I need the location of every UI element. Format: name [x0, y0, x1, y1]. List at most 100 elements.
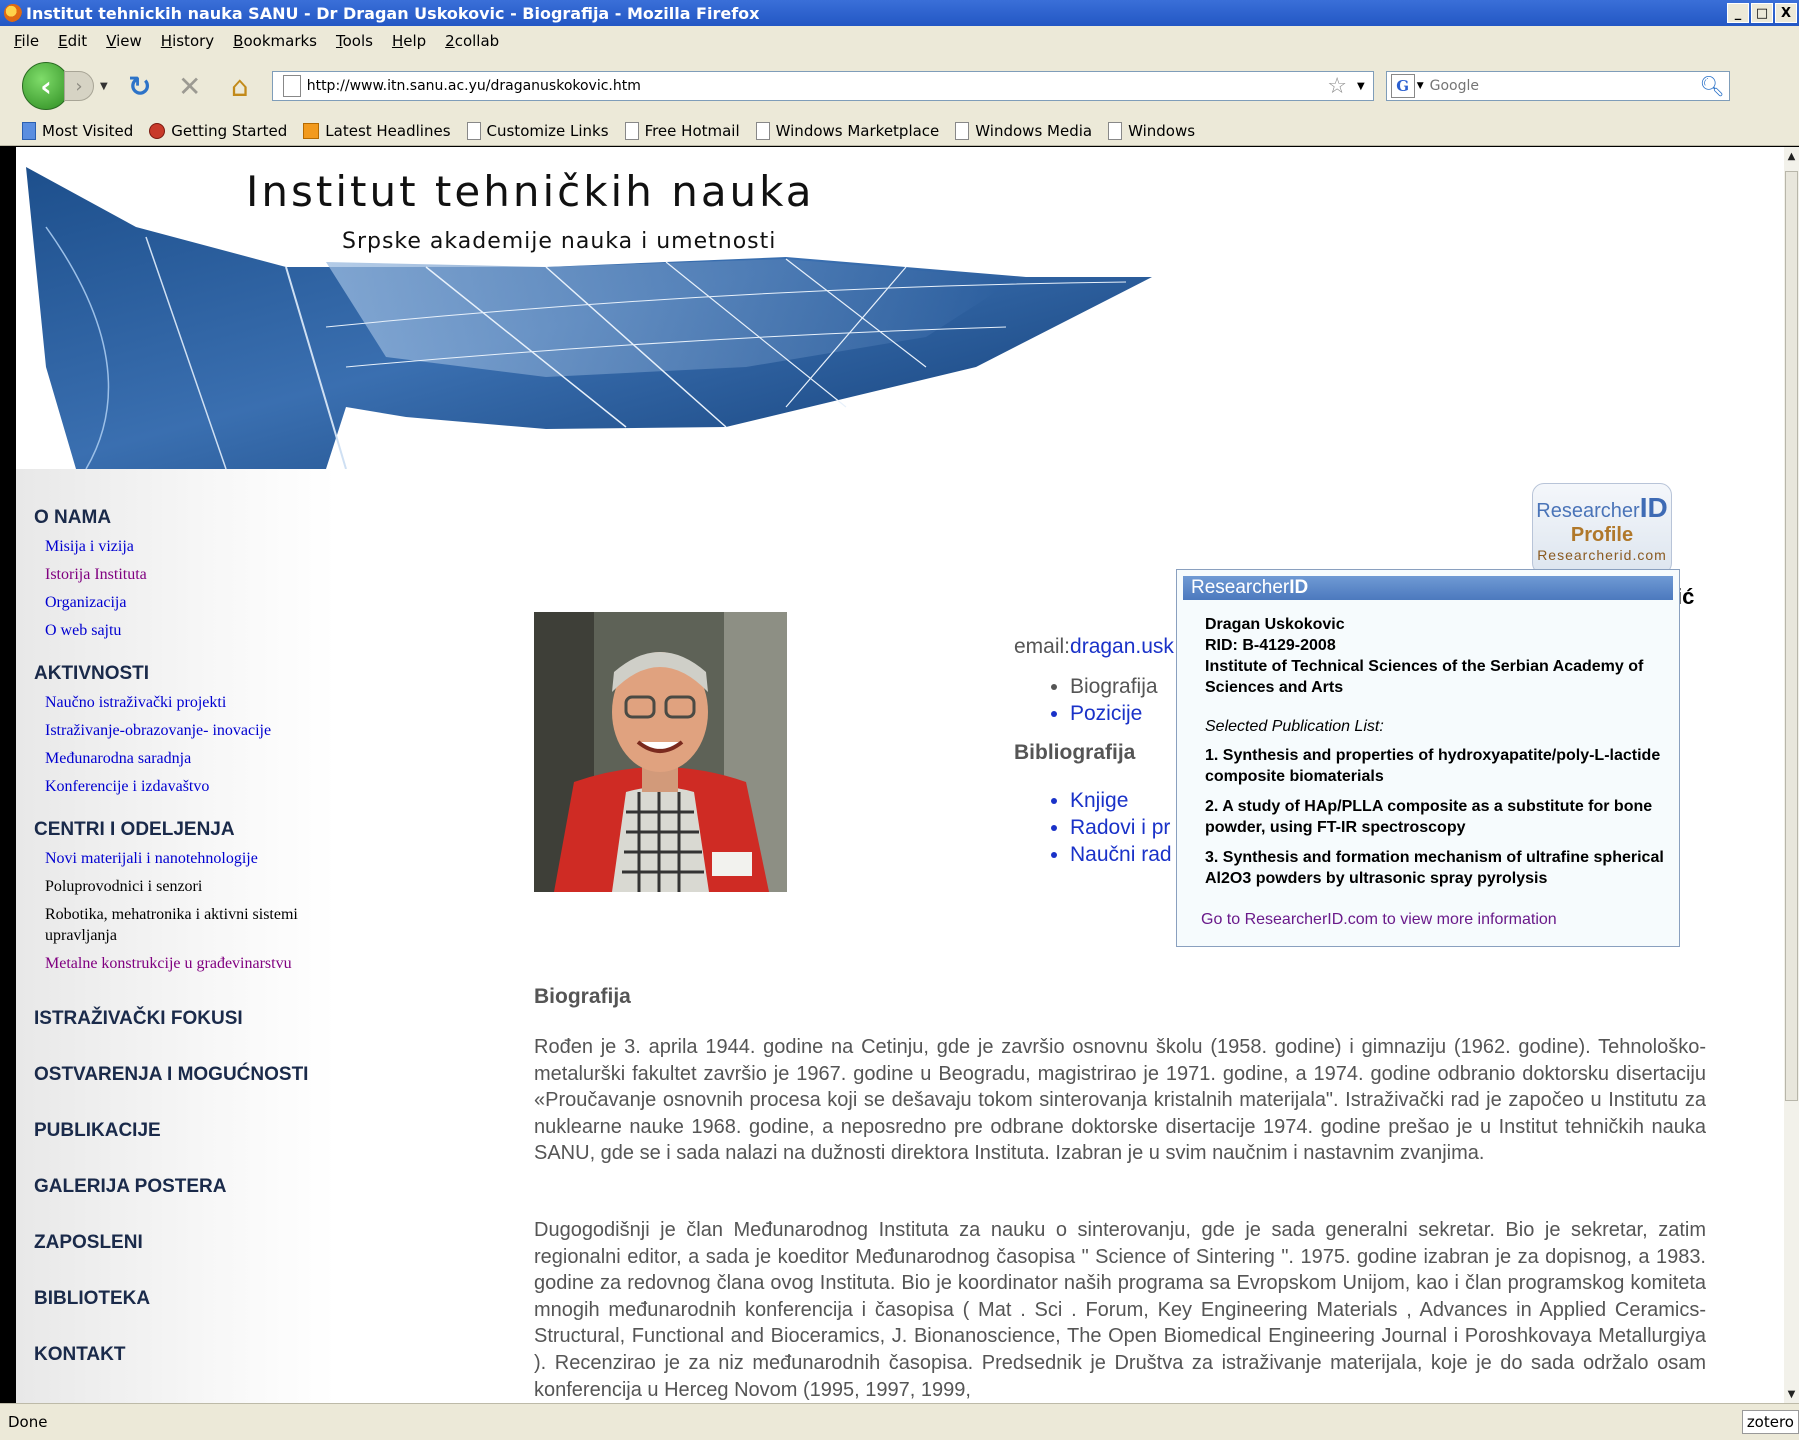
contact-panel: email:dragan.usk Biografija Pozicije Bib… — [1014, 635, 1174, 868]
left-navigation: O NAMA Misija i vizija Istorija Institut… — [34, 507, 354, 1366]
nav-link-novi-materijali[interactable]: Novi materijali i nanotehnologije — [45, 848, 354, 869]
zotero-button[interactable]: zotero — [1741, 1410, 1799, 1434]
popup-publication: 1. Synthesis and properties of hydroxyap… — [1205, 747, 1661, 785]
page-icon — [1108, 121, 1123, 140]
page-icon — [755, 121, 770, 140]
nav-section-galerija[interactable]: GALERIJA POSTERA — [34, 1176, 354, 1198]
rss-icon — [303, 122, 320, 139]
page-icon — [955, 121, 970, 140]
link-radovi[interactable]: Radovi i pr — [1070, 814, 1174, 841]
link-knjige[interactable]: Knjige — [1070, 787, 1174, 814]
menu-bar: File Edit View History Bookmarks Tools H… — [0, 26, 1799, 56]
bookmark-label: Getting Started — [171, 121, 288, 140]
bookmark-windows-marketplace[interactable]: Windows Marketplace — [755, 121, 939, 140]
link-naucni-radovi[interactable]: Naučni rad — [1070, 841, 1174, 868]
nav-link-metalne-konstrukcije[interactable]: Metalne konstrukcije u građevinarstvu — [45, 953, 354, 974]
menu-view[interactable]: View — [106, 32, 142, 50]
page-icon — [282, 75, 301, 97]
menu-tools[interactable]: Tools — [336, 32, 373, 50]
maximize-button[interactable]: □ — [1751, 3, 1773, 23]
nav-section-aktivnosti[interactable]: AKTIVNOSTI — [34, 663, 354, 685]
popup-header: ResearcherID — [1183, 576, 1673, 600]
nav-link-robotika[interactable]: Robotika, mehatronika i aktivni sistemi … — [45, 904, 354, 946]
popup-more-link[interactable]: Go to ResearcherID.com to view more info… — [1201, 911, 1669, 929]
window-title: Institut tehnickih nauka SANU - Dr Draga… — [26, 3, 760, 23]
home-icon[interactable]: ⌂ — [222, 68, 258, 104]
nav-link-konferencije[interactable]: Konferencije i izdavaštvo — [45, 776, 354, 797]
window-titlebar: Institut tehnickih nauka SANU - Dr Draga… — [0, 0, 1799, 26]
bookmark-getting-started[interactable]: Getting Started — [149, 122, 287, 140]
search-bar[interactable]: G ▼ 🔍︎ — [1385, 71, 1730, 101]
menu-edit[interactable]: Edit — [58, 32, 87, 50]
scroll-thumb[interactable] — [1785, 171, 1798, 1101]
link-pozicije[interactable]: Pozicije — [1070, 700, 1174, 727]
bookmark-windows-media[interactable]: Windows Media — [955, 121, 1092, 140]
minimize-button[interactable]: _ — [1727, 3, 1749, 23]
search-icon[interactable]: 🔍︎ — [1699, 74, 1724, 98]
bookmark-label: Windows — [1128, 121, 1196, 140]
popup-publication: 3. Synthesis and formation mechanism of … — [1205, 849, 1664, 887]
bibliografija-heading: Bibliografija — [1014, 741, 1136, 764]
biografija-heading: Biografija — [534, 985, 631, 1008]
scroll-up-icon[interactable]: ▲ — [1784, 147, 1799, 165]
bookmark-label: Free Hotmail — [644, 121, 740, 140]
page-icon — [466, 121, 481, 140]
google-engine-icon[interactable]: G — [1390, 74, 1415, 98]
reload-icon[interactable]: ↻ — [122, 68, 158, 104]
popup-name: Dragan Uskokovic — [1205, 616, 1345, 633]
nav-section-biblioteka[interactable]: BIBLIOTEKA — [34, 1288, 354, 1310]
nav-link-o-web-sajtu[interactable]: O web sajtu — [45, 620, 354, 641]
most-visited-icon — [22, 121, 36, 140]
page-viewport: Institut tehničkih nauka Srpske akademij… — [16, 147, 1784, 1403]
forward-button[interactable]: › — [64, 71, 94, 101]
nav-link-misija[interactable]: Misija i vizija — [45, 536, 354, 557]
url-text[interactable]: http://www.itn.sanu.ac.yu/draganuskokovi… — [307, 78, 1328, 94]
nav-section-o-nama[interactable]: O NAMA — [34, 507, 354, 529]
menu-bookmarks[interactable]: Bookmarks — [233, 32, 317, 50]
nav-link-projekti[interactable]: Naučno istraživački projekti — [45, 692, 354, 713]
researcherid-badge[interactable]: ResearcherID Profile Researcherid.com — [1532, 483, 1672, 575]
nav-link-poluprovodnici[interactable]: Poluprovodnici i senzori — [45, 876, 354, 897]
email-link[interactable]: dragan.usk — [1070, 635, 1174, 658]
popup-institution: Institute of Technical Sciences of the S… — [1205, 658, 1644, 696]
bookmark-customize-links[interactable]: Customize Links — [466, 121, 609, 140]
url-bar[interactable]: http://www.itn.sanu.ac.yu/draganuskokovi… — [271, 71, 1374, 101]
firefox-icon — [4, 4, 22, 22]
banner-title: Institut tehničkih nauka — [246, 167, 815, 216]
bookmark-windows[interactable]: Windows — [1108, 121, 1196, 140]
scroll-down-icon[interactable]: ▼ — [1784, 1385, 1799, 1403]
email-label: email: — [1014, 635, 1071, 658]
nav-section-fokusi[interactable]: ISTRAŽIVAČKI FOKUSI — [34, 1008, 354, 1030]
search-input[interactable] — [1429, 78, 1700, 94]
nav-link-inovacije[interactable]: Istraživanje-obrazovanje- inovacije — [45, 720, 354, 741]
bookmark-free-hotmail[interactable]: Free Hotmail — [624, 121, 740, 140]
researcherid-popup: ResearcherID Dragan Uskokovic RID: B-412… — [1176, 569, 1680, 947]
vertical-scrollbar[interactable]: ▲ ▼ — [1784, 147, 1799, 1403]
bio-paragraph: Dugogodišnji je član Međunarodnog Instit… — [534, 1219, 1706, 1401]
nav-section-kontakt[interactable]: KONTAKT — [34, 1344, 354, 1366]
bookmark-star-icon[interactable]: ☆ — [1327, 74, 1347, 99]
nav-link-saradnja[interactable]: Međunarodna saradnja — [45, 748, 354, 769]
menu-help[interactable]: Help — [392, 32, 426, 50]
engine-dropdown-icon[interactable]: ▼ — [1417, 81, 1424, 91]
url-dropdown-icon[interactable]: ▼ — [1357, 81, 1365, 92]
menu-history[interactable]: History — [161, 32, 214, 50]
stop-icon[interactable]: ✕ — [172, 68, 208, 104]
menu-2collab[interactable]: 2collab — [445, 32, 499, 50]
history-dropdown-icon[interactable]: ▼ — [100, 81, 108, 92]
link-biografija: Biografija — [1070, 673, 1174, 700]
banner-subtitle: Srpske akademije nauka i umetnosti — [342, 229, 777, 254]
back-button[interactable]: ‹ — [22, 62, 70, 110]
bookmark-latest-headlines[interactable]: Latest Headlines — [303, 122, 451, 140]
nav-section-zaposleni[interactable]: ZAPOSLENI — [34, 1232, 354, 1254]
nav-section-publikacije[interactable]: PUBLIKACIJE — [34, 1120, 354, 1142]
navigation-toolbar: ‹ › ▼ ↻ ✕ ⌂ http://www.itn.sanu.ac.yu/dr… — [0, 56, 1799, 116]
close-button[interactable]: X — [1775, 3, 1797, 23]
nav-link-organizacija[interactable]: Organizacija — [45, 592, 354, 613]
nav-section-ostvarenja[interactable]: OSTVARENJA I MOGUĆNOSTI — [34, 1064, 354, 1086]
badge-line1: ResearcherID — [1536, 492, 1668, 523]
nav-section-centri[interactable]: CENTRI I ODELJENJA — [34, 819, 354, 841]
nav-link-istorija[interactable]: Istorija Instituta — [45, 564, 354, 585]
menu-file[interactable]: File — [14, 32, 39, 50]
bookmark-most-visited[interactable]: Most Visited — [22, 121, 133, 140]
